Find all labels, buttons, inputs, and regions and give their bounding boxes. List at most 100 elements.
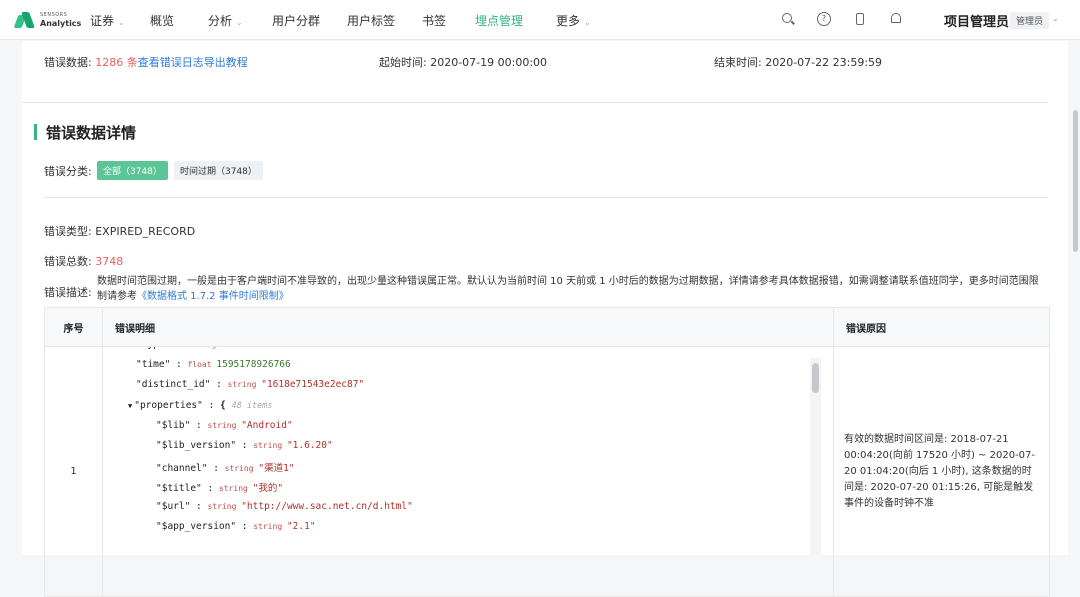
error-total-label: 错误总数: <box>44 255 92 268</box>
divider <box>22 102 1048 103</box>
json-type: float <box>187 360 217 370</box>
json-value: "http://www.sac.net.cn/d.html" <box>241 500 413 512</box>
json-value: "1618e71543e2ec87" <box>261 379 365 391</box>
json-line: "type" : string "track" <box>136 347 261 350</box>
json-value: "我的" <box>252 483 284 495</box>
json-type: string <box>218 484 253 494</box>
nav-user-tags[interactable]: 用户标签 <box>347 12 395 29</box>
sensors-analytics-logo[interactable]: SENSORS Analytics <box>13 11 82 28</box>
json-key: "$lib" : <box>156 419 208 431</box>
start-time-label: 起始时间: <box>379 56 427 69</box>
chevron-down-icon: ⌄ <box>584 18 591 27</box>
json-type: string <box>224 464 259 474</box>
section-accent-bar <box>34 124 37 140</box>
error-description: 数据时间范围过期，一般是由于客户端时间不准导致的，出现少量这种错误属正常。默认认… <box>97 274 1047 304</box>
chevron-down-icon: ⌄ <box>236 18 243 27</box>
json-type: string <box>227 380 262 390</box>
json-value: "1.6.20" <box>286 440 333 451</box>
page-scrollbar-thumb[interactable] <box>1073 110 1078 252</box>
logo-icon <box>13 11 35 28</box>
error-data-count: 1286 条 <box>95 56 138 69</box>
column-header-index: 序号 <box>44 307 103 347</box>
json-key: "$lib_version" : <box>156 440 254 451</box>
error-total: 错误总数: 3748 <box>44 253 123 269</box>
top-navigation-bar: SENSORS Analytics 证券 ⌄ 概览 分析 ⌄ 用户分群 用户标签 书… <box>0 0 1080 40</box>
json-scrollbar-thumb[interactable] <box>812 363 819 393</box>
json-line: "time" : float 1595178926766 <box>136 359 291 370</box>
error-type: 错误类型: EXPIRED_RECORD <box>44 223 195 239</box>
nav-analysis-dropdown[interactable]: 分析 ⌄ <box>208 12 243 29</box>
json-type: string <box>253 521 287 531</box>
error-category-label: 错误分类: <box>44 165 92 178</box>
category-tag-all[interactable]: 全部（3748） <box>97 161 168 180</box>
column-header-reason: 错误原因 <box>833 307 1050 347</box>
chevron-down-icon[interactable]: ⌄ <box>1052 14 1059 23</box>
logo-line2: Analytics <box>40 19 82 28</box>
project-name[interactable]: 项目管理员 <box>944 11 1009 30</box>
export-tutorial-link[interactable]: 查看错误日志导出教程 <box>138 56 248 69</box>
end-time-label: 结束时间: <box>714 56 762 69</box>
data-format-link[interactable]: 《数据格式 1.7.2 事件时间限制》 <box>137 291 289 302</box>
section-title: 错误数据详情 <box>46 124 137 142</box>
json-type: { <box>220 399 232 411</box>
start-time: 起始时间: 2020-07-19 00:00:00 <box>379 54 547 70</box>
json-value: "track" <box>221 347 261 350</box>
json-line: "$lib" : string "Android" <box>156 420 293 431</box>
json-value: "Android" <box>241 419 293 431</box>
json-key: "time" : <box>136 359 188 371</box>
nav-bookmarks[interactable]: 书签 <box>422 12 446 29</box>
json-key: "properties" : <box>134 399 221 411</box>
json-value: 48 items <box>231 400 273 411</box>
json-key: "type" : <box>136 347 187 350</box>
json-line: "channel" : string "渠道1" <box>156 460 295 474</box>
error-reason: 有效的数据时间区间是: 2018-07-21 00:04:20(向前 17520… <box>833 346 1050 597</box>
json-key: "$url" : <box>156 500 208 512</box>
column-header-detail: 错误明细 <box>102 307 834 347</box>
json-type: string <box>207 420 242 430</box>
error-detail-cell: "type" : string "track" "time" : float 15… <box>102 346 834 597</box>
divider <box>44 197 1048 198</box>
role-badge[interactable]: 管理员 <box>1010 12 1050 29</box>
logo-line1: SENSORS <box>40 12 68 18</box>
table-header-row: 序号 错误明细 错误原因 <box>44 307 1050 347</box>
json-key: "$app_version" : <box>156 520 254 532</box>
error-type-label: 错误类型: <box>44 225 92 238</box>
json-line: "$url" : string "http://www.sac.net.cn/d… <box>156 501 413 512</box>
error-table: 序号 错误明细 错误原因 1 "type" : string "track""t… <box>44 307 1050 597</box>
json-type: string <box>207 501 242 511</box>
json-key: "$title" : <box>156 483 219 495</box>
json-value: "渠道1" <box>258 463 295 475</box>
end-time: 结束时间: 2020-07-22 23:59:59 <box>714 54 882 70</box>
search-icon[interactable] <box>782 13 792 23</box>
row-index: 1 <box>44 346 103 597</box>
json-line: "$lib_version" : string "1.6.20" <box>156 440 333 451</box>
json-line: "distinct_id" : string "1618e71543e2ec87… <box>136 379 364 390</box>
mobile-icon[interactable] <box>856 13 864 25</box>
json-key: "distinct_id" : <box>136 379 228 391</box>
help-icon[interactable]: ? <box>817 12 831 26</box>
json-type: string <box>187 347 221 349</box>
json-line: ▼ "properties" : { 48 items <box>128 399 273 411</box>
nav-user-segments[interactable]: 用户分群 <box>272 12 320 29</box>
json-type: string <box>253 441 287 450</box>
expand-toggle-icon[interactable]: ▼ <box>128 402 132 410</box>
chevron-down-icon: ⌄ <box>118 18 125 27</box>
json-line: "$app_version" : string "2.1" <box>156 521 316 532</box>
nav-tracking-management[interactable]: 埋点管理 <box>475 12 523 29</box>
json-line: "$title" : string "我的" <box>156 480 283 494</box>
json-value: "2.1" <box>286 520 316 532</box>
error-data-summary: 错误数据: 1286 条查看错误日志导出教程 <box>44 54 248 70</box>
json-key: "channel" : <box>156 463 225 475</box>
nav-more-dropdown[interactable]: 更多 ⌄ <box>556 12 591 29</box>
json-viewer[interactable]: "type" : string "track" "time" : float 15… <box>103 347 833 552</box>
error-total-value: 3748 <box>95 255 124 268</box>
error-type-value: EXPIRED_RECORD <box>95 225 196 238</box>
bell-icon[interactable] <box>891 13 901 23</box>
start-time-value: 2020-07-19 00:00:00 <box>430 56 548 69</box>
nav-overview[interactable]: 概览 <box>150 12 174 29</box>
category-tag-expired[interactable]: 时间过期（3748） <box>174 161 263 180</box>
nav-securities-dropdown[interactable]: 证券 ⌄ <box>90 12 125 29</box>
table-row: 1 "type" : string "track" "time" : float … <box>44 346 1050 597</box>
error-desc-label: 错误描述: <box>44 286 92 299</box>
error-data-label: 错误数据: <box>44 56 92 69</box>
